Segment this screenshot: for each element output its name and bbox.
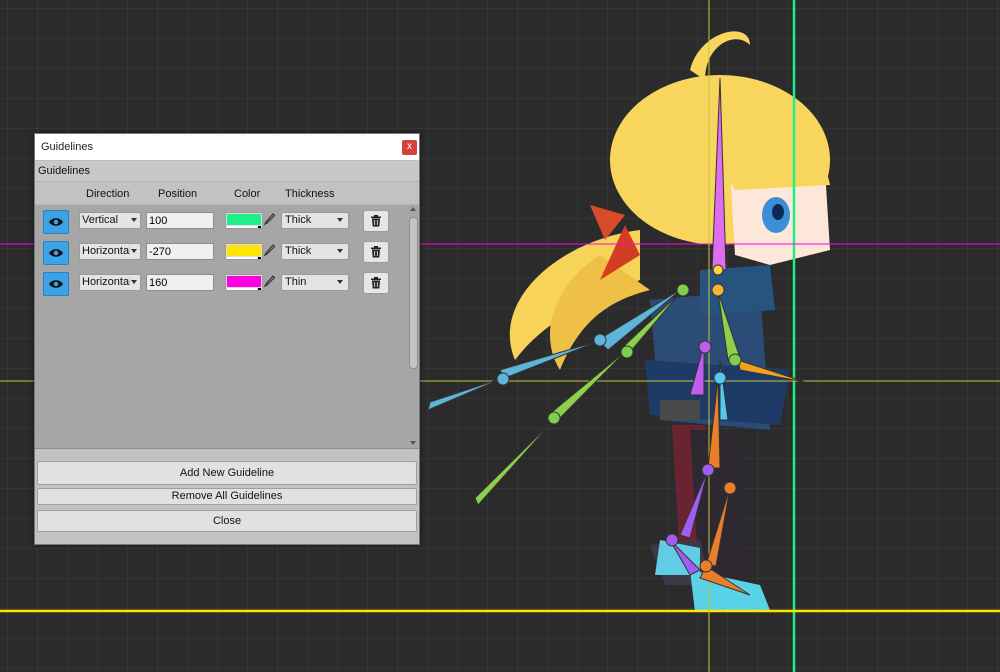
delete-guideline-button[interactable] [363, 241, 389, 263]
direction-select[interactable]: Vertical [79, 212, 141, 229]
color-field[interactable] [225, 212, 263, 229]
thickness-value: Thin [285, 276, 307, 288]
thickness-value: Thick [285, 214, 312, 226]
column-direction: Direction [86, 188, 130, 200]
alpha-bar-end [258, 288, 261, 290]
chevron-down-icon [131, 280, 137, 284]
direction-value: Horizontal [82, 245, 130, 257]
position-input[interactable] [146, 274, 214, 291]
section-title: Guidelines [38, 165, 90, 177]
scrollbar-thumb[interactable] [409, 217, 418, 369]
chevron-down-icon [337, 280, 343, 284]
vertical-scrollbar[interactable] [409, 207, 418, 445]
guideline-list: Vertical Thick [35, 204, 419, 449]
delete-guideline-button[interactable] [363, 210, 389, 232]
guideline-row: Vertical Thick [35, 210, 407, 234]
eyedropper-icon [263, 275, 276, 288]
thickness-select[interactable]: Thin [281, 274, 349, 291]
remove-all-guidelines-button[interactable]: Remove All Guidelines [37, 488, 417, 505]
color-field[interactable] [225, 274, 263, 291]
scroll-down-arrow-icon[interactable] [410, 441, 416, 445]
column-color: Color [234, 188, 261, 200]
eyedropper-icon [263, 244, 276, 257]
dialog-title: Guidelines [41, 141, 93, 153]
visibility-toggle[interactable] [43, 241, 69, 265]
column-thickness: Thickness [285, 188, 335, 200]
chevron-down-icon [337, 218, 343, 222]
direction-select[interactable]: Horizontal [79, 274, 141, 291]
close-button[interactable]: Close [37, 510, 417, 532]
trash-icon [371, 277, 381, 289]
chevron-down-icon [131, 249, 137, 253]
direction-value: Horizontal [82, 276, 130, 288]
visibility-toggle[interactable] [43, 272, 69, 296]
thickness-select[interactable]: Thick [281, 212, 349, 229]
color-swatch [227, 276, 261, 287]
color-swatch [227, 214, 261, 225]
eyedropper-icon [263, 213, 276, 226]
delete-guideline-button[interactable] [363, 272, 389, 294]
chevron-down-icon [337, 249, 343, 253]
eyedropper-button[interactable] [262, 274, 276, 289]
alpha-bar-end [258, 257, 261, 259]
section-header: Guidelines [35, 161, 419, 182]
trash-icon [371, 215, 381, 227]
eye-icon [49, 218, 63, 226]
position-input[interactable] [146, 212, 214, 229]
close-icon[interactable]: x [402, 140, 417, 155]
chevron-down-icon [131, 218, 137, 222]
trash-icon [371, 246, 381, 258]
thickness-select[interactable]: Thick [281, 243, 349, 260]
alpha-bar [227, 257, 257, 259]
eye-icon [49, 249, 63, 257]
eye-icon [49, 280, 63, 288]
add-new-guideline-button[interactable]: Add New Guideline [37, 461, 417, 485]
position-input[interactable] [146, 243, 214, 260]
eyedropper-button[interactable] [262, 243, 276, 258]
scroll-up-arrow-icon[interactable] [410, 207, 416, 211]
visibility-toggle[interactable] [43, 210, 69, 234]
alpha-bar [227, 226, 257, 228]
guideline-row: Horizontal Thick [35, 241, 407, 265]
eyedropper-button[interactable] [262, 212, 276, 227]
direction-value: Vertical [82, 214, 119, 226]
color-swatch [227, 245, 261, 256]
column-headers: Direction Position Color Thickness [35, 187, 419, 203]
color-field[interactable] [225, 243, 263, 260]
thickness-value: Thick [285, 245, 312, 257]
column-position: Position [158, 188, 198, 200]
alpha-bar-end [258, 226, 261, 228]
guideline-row: Horizontal Thin [35, 272, 407, 296]
alpha-bar [227, 288, 257, 290]
direction-select[interactable]: Horizontal [79, 243, 141, 260]
guidelines-dialog: Guidelines x Guidelines Direction Positi… [34, 133, 420, 545]
dialog-titlebar[interactable]: Guidelines x [35, 134, 419, 161]
